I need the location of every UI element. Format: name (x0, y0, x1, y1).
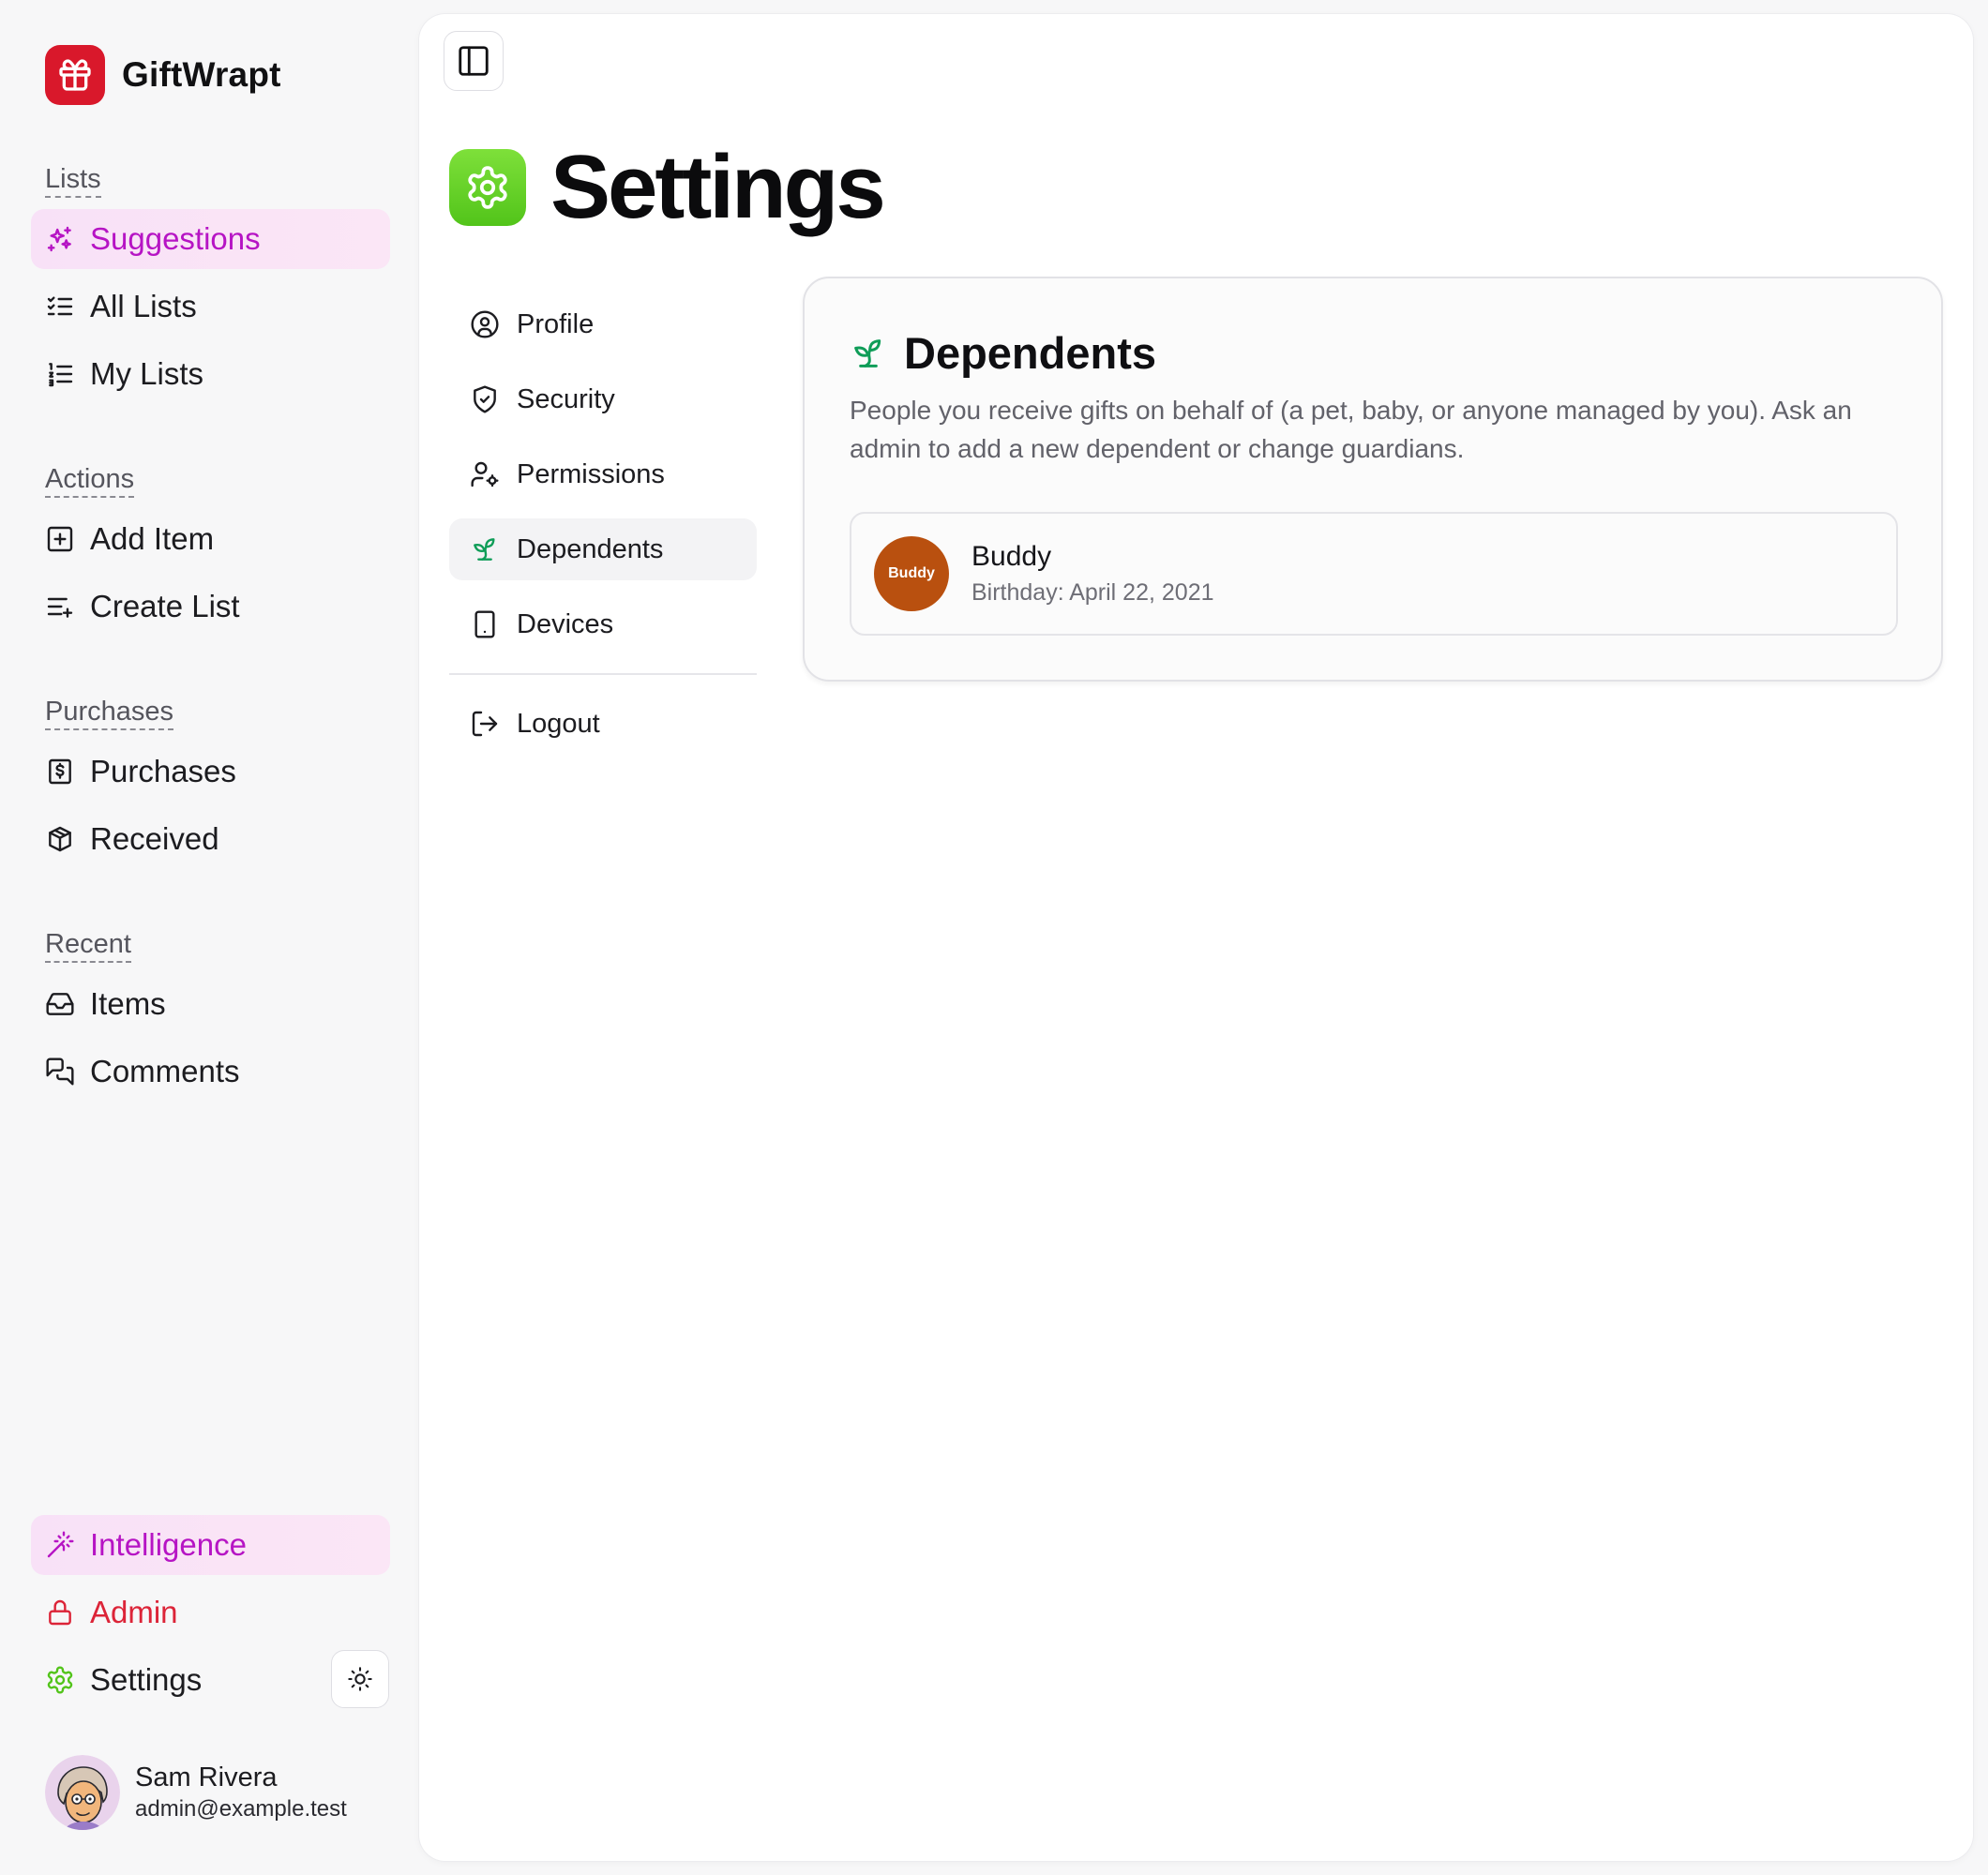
gear-icon (45, 1665, 75, 1695)
settings-nav-label: Dependents (517, 533, 664, 564)
section-label-recent: Recent (45, 928, 131, 963)
sidebar-item-label: Items (90, 986, 166, 1021)
settings-nav-divider (449, 673, 757, 675)
main-panel: Settings Profile Security Permissions De… (419, 14, 1973, 1861)
page-title: Settings (550, 137, 886, 237)
app-name: GiftWrapt (122, 55, 281, 94)
user-email: admin@example.test (135, 1796, 347, 1822)
sidebar-item-label: Received (90, 821, 219, 856)
sprout-icon (850, 335, 887, 372)
square-plus-icon (45, 524, 75, 554)
sidebar-item-label: Settings (90, 1662, 203, 1697)
sidebar-item-comments[interactable]: Comments (31, 1042, 390, 1102)
sprout-icon (470, 534, 500, 564)
logout-icon (470, 709, 500, 739)
sidebar-item-label: Comments (90, 1054, 240, 1088)
settings-nav-dependents[interactable]: Dependents (449, 518, 757, 580)
settings-nav-devices[interactable]: Devices (449, 593, 757, 655)
sidebar-item-create-list[interactable]: Create List (31, 577, 390, 637)
card-description: People you receive gifts on behalf of (a… (850, 396, 1852, 463)
sidebar-toggle-button[interactable] (444, 31, 504, 91)
list-plus-icon (45, 592, 75, 622)
settings-nav-label: Profile (517, 308, 595, 339)
settings-nav-label: Security (517, 383, 615, 414)
settings-nav-logout[interactable]: Logout (449, 693, 757, 755)
sidebar-item-label: My Lists (90, 356, 204, 391)
sidebar-item-suggestions[interactable]: Suggestions (31, 209, 390, 269)
avatar (45, 1755, 120, 1830)
sidebar-item-label: Purchases (90, 754, 236, 788)
dependent-birthday: Birthday: April 22, 2021 (971, 579, 1214, 606)
sun-icon (347, 1666, 373, 1692)
magic-wand-icon (45, 1530, 75, 1560)
lock-icon (45, 1598, 75, 1628)
inbox-icon (45, 989, 75, 1019)
settings-nav-permissions[interactable]: Permissions (449, 443, 757, 505)
sidebar-item-received[interactable]: Received (31, 809, 390, 869)
sidebar-item-admin[interactable]: Admin (31, 1582, 390, 1642)
package-icon (45, 824, 75, 854)
settings-gear-icon (449, 149, 526, 226)
dependents-card: Dependents People you receive gifts on b… (803, 277, 1943, 682)
list-ordered-icon (45, 359, 75, 389)
sidebar-item-intelligence[interactable]: Intelligence (31, 1515, 390, 1575)
section-label-actions: Actions (45, 463, 135, 498)
sidebar-item-purchases[interactable]: Purchases (31, 742, 390, 802)
sidebar: GiftWrapt Lists Suggestions All Lists My… (0, 0, 419, 1875)
list-checks-icon (45, 292, 75, 322)
settings-nav-profile[interactable]: Profile (449, 293, 757, 355)
user-name: Sam Rivera (135, 1762, 278, 1792)
sidebar-item-my-lists[interactable]: My Lists (31, 344, 390, 404)
user-profile[interactable]: Sam Rivera admin@example.test (45, 1755, 347, 1830)
tablet-icon (470, 609, 500, 639)
sidebar-item-settings[interactable]: Settings (31, 1650, 312, 1710)
sidebar-item-label: All Lists (90, 289, 197, 323)
sidebar-item-label: Admin (90, 1595, 178, 1629)
dependent-row[interactable]: Buddy Buddy Birthday: April 22, 2021 (850, 512, 1898, 636)
sidebar-item-items[interactable]: Items (31, 974, 390, 1034)
user-cog-icon (470, 459, 500, 489)
messages-icon (45, 1057, 75, 1087)
user-circle-icon (470, 309, 500, 339)
panel-left-icon (456, 43, 491, 79)
settings-nav-label: Permissions (517, 458, 665, 489)
shield-check-icon (470, 384, 500, 414)
sidebar-item-label: Add Item (90, 521, 215, 556)
theme-toggle-button[interactable] (331, 1650, 389, 1708)
settings-nav-label: Logout (517, 708, 600, 739)
dependent-name: Buddy (971, 541, 1052, 572)
receipt-icon (45, 757, 75, 787)
sidebar-item-label: Create List (90, 589, 240, 623)
sidebar-item-label: Intelligence (90, 1527, 247, 1562)
sidebar-item-all-lists[interactable]: All Lists (31, 277, 390, 337)
sparkles-icon (45, 224, 75, 254)
card-title: Dependents (904, 328, 1156, 378)
sidebar-item-label: Suggestions (90, 221, 261, 256)
brand[interactable]: GiftWrapt (45, 45, 281, 105)
settings-nav-security[interactable]: Security (449, 368, 757, 430)
page-header: Settings (449, 136, 886, 239)
settings-nav-label: Devices (517, 608, 614, 639)
section-label-lists: Lists (45, 163, 101, 198)
sidebar-item-add-item[interactable]: Add Item (31, 509, 390, 569)
gift-icon (45, 45, 105, 105)
section-label-purchases: Purchases (45, 696, 174, 730)
dependent-avatar: Buddy (874, 536, 949, 611)
